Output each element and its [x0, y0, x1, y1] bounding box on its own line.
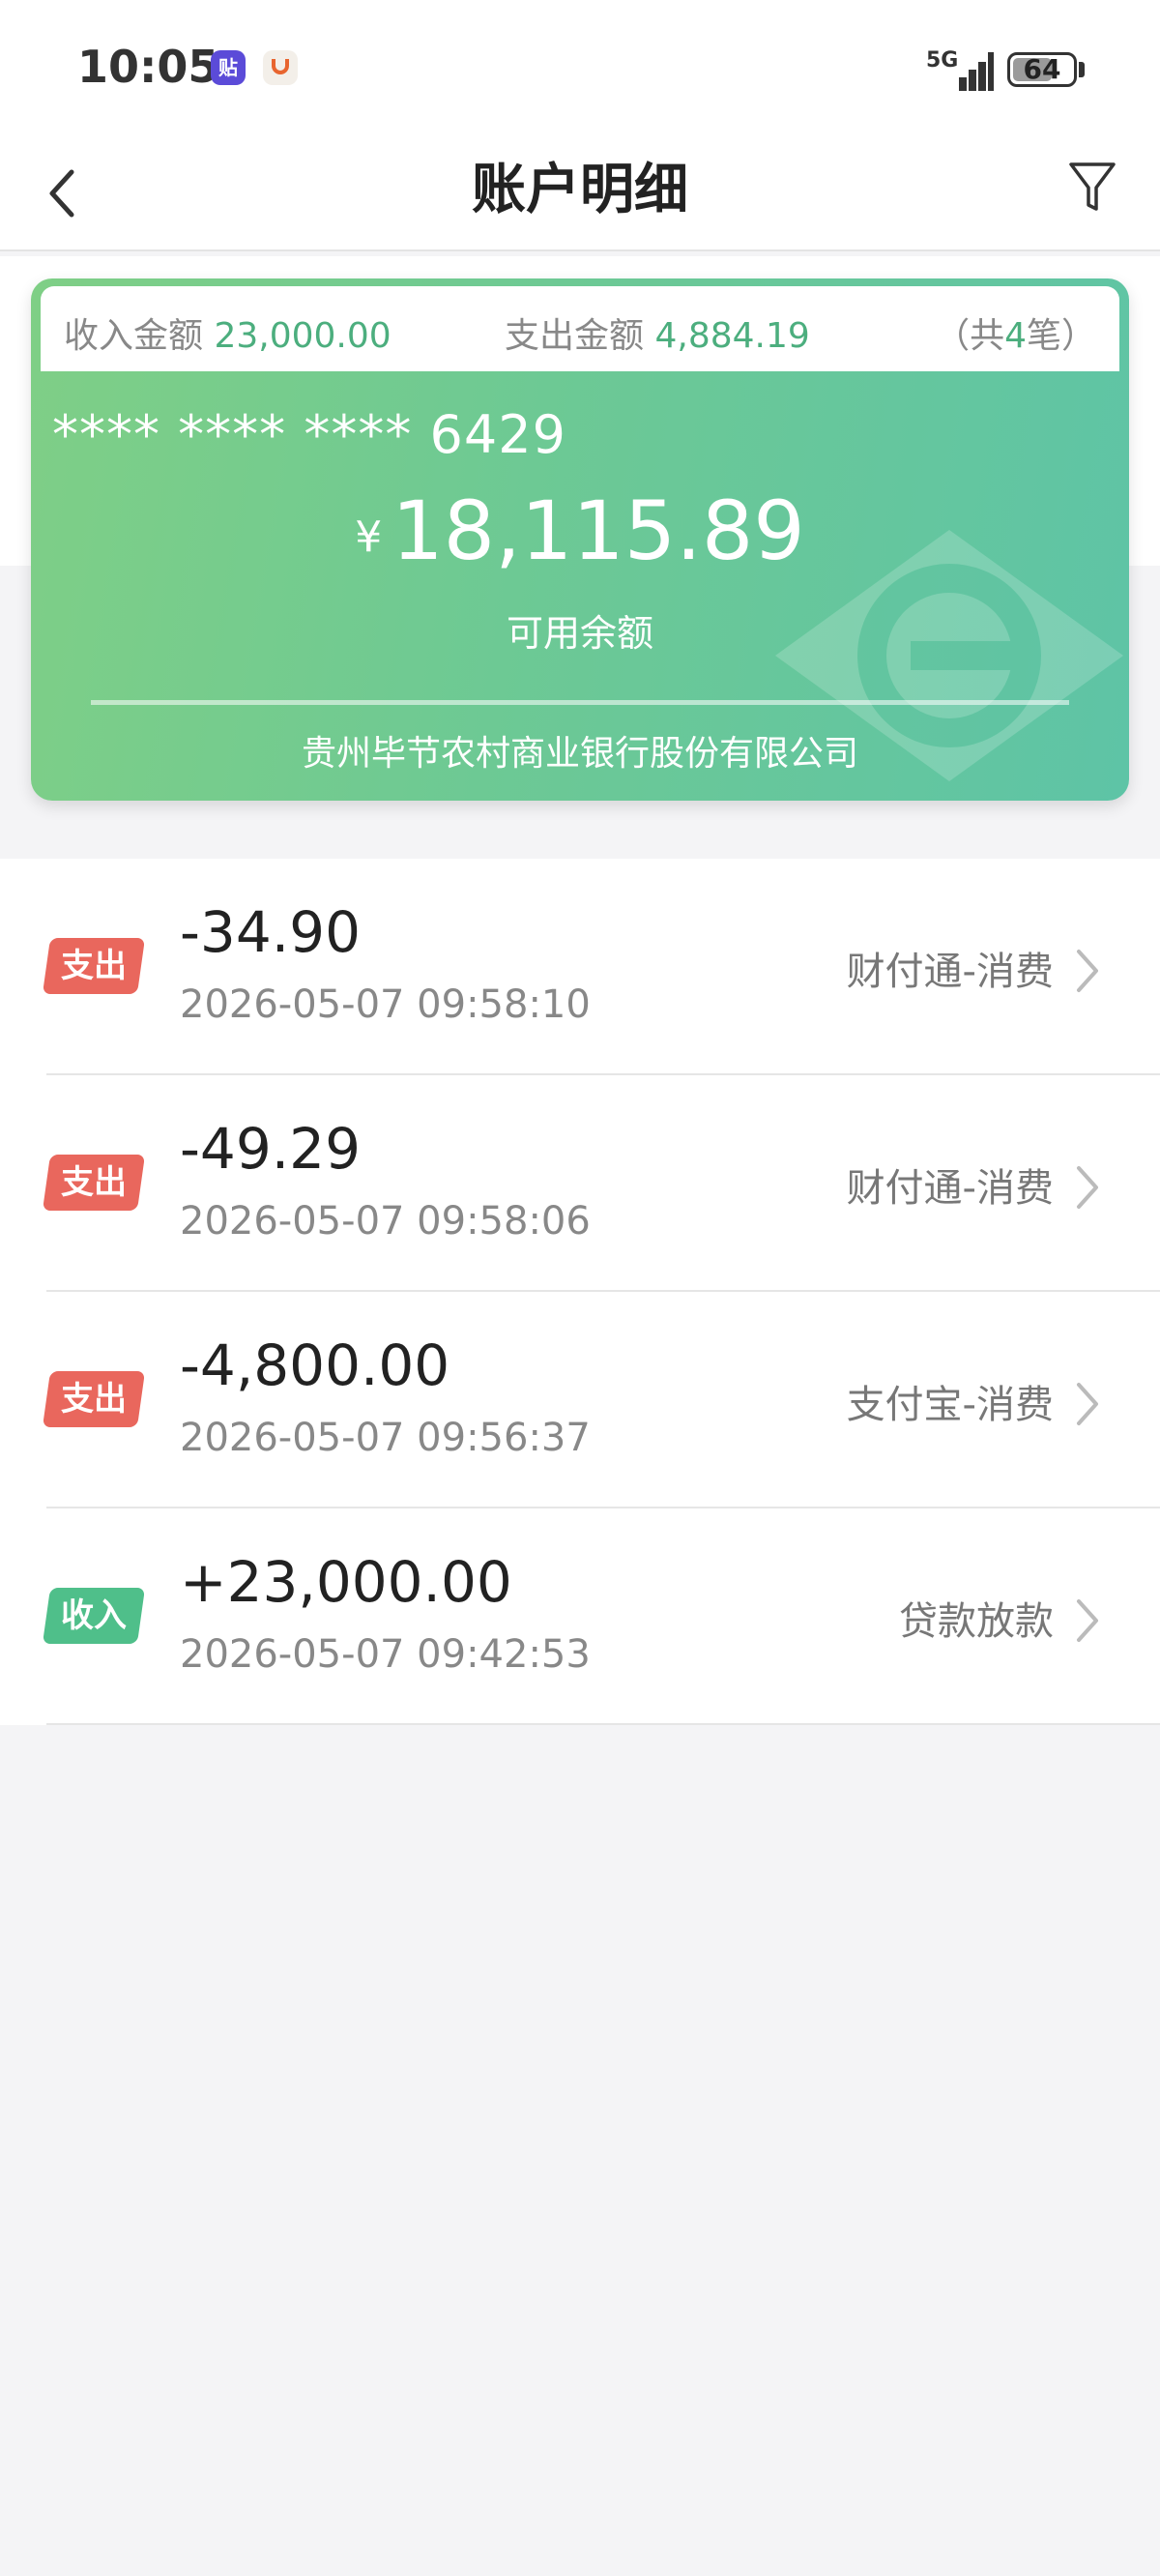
income-value: 23,000.00 — [214, 316, 392, 356]
balance-label: 可用余额 — [506, 612, 653, 655]
transaction-desc: 财付通-消费 — [846, 1166, 1054, 1211]
network-type: 5G — [926, 48, 959, 73]
transaction-list: 支出 -34.90 2026-05-07 09:58:10 财付通-消费 支出 … — [0, 859, 1160, 1725]
available-balance: 18,115.89 — [392, 483, 805, 578]
transaction-amount: -4,800.00 — [180, 1332, 450, 1398]
status-bar: 10:05 贴 5G 64 — [0, 0, 1160, 135]
expense-summary: 支出金额 4,884.19 — [505, 307, 810, 358]
filter-icon — [1069, 162, 1116, 211]
signal-bar — [969, 70, 976, 91]
signal-icon: 5G — [926, 48, 994, 91]
income-badge: 收入 — [42, 1588, 146, 1644]
status-time: 10:05 — [77, 41, 219, 93]
card-divider — [91, 700, 1069, 705]
battery-icon: 64 — [1007, 52, 1077, 87]
count-prefix: （共 — [935, 316, 1005, 356]
filter-button[interactable] — [1063, 149, 1121, 226]
notification-app-icon: 贴 — [211, 50, 246, 85]
battery-tip — [1079, 62, 1085, 77]
expense-badge: 支出 — [42, 1371, 146, 1427]
income-summary: 收入金额 23,000.00 — [64, 307, 392, 358]
page-title: 账户明细 — [472, 159, 688, 221]
battery-percent: 64 — [1023, 53, 1061, 85]
transaction-time: 2026-05-07 09:58:10 — [180, 982, 591, 1027]
income-label: 收入金额 — [64, 316, 204, 356]
currency-symbol: ¥ — [355, 512, 383, 562]
card-number: **** **** **** 6429 — [52, 404, 566, 465]
signal-bar — [959, 77, 967, 91]
count-value: 4 — [1004, 316, 1027, 356]
transaction-time: 2026-05-07 09:42:53 — [180, 1632, 591, 1677]
count-suffix: 笔） — [1026, 316, 1096, 356]
transaction-amount: +23,000.00 — [180, 1549, 512, 1615]
expense-label: 支出金额 — [505, 316, 645, 356]
transaction-count: （共4笔） — [935, 307, 1096, 358]
bank-name: 贵州毕节农村商业银行股份有限公司 — [301, 734, 858, 774]
chevron-right-icon — [1077, 1383, 1098, 1425]
balance-row: ¥18,115.89 — [31, 483, 1129, 578]
expense-badge: 支出 — [42, 938, 146, 994]
transaction-row[interactable]: 支出 -34.90 2026-05-07 09:58:10 财付通-消费 — [0, 859, 1160, 1075]
expense-badge: 支出 — [42, 1155, 146, 1211]
signal-bar — [988, 52, 994, 91]
chevron-right-icon — [1077, 1166, 1098, 1209]
signal-bar — [978, 62, 986, 91]
transaction-row[interactable]: 收入 +23,000.00 2026-05-07 09:42:53 贷款放款 — [0, 1508, 1160, 1725]
transaction-time: 2026-05-07 09:56:37 — [180, 1416, 591, 1460]
row-divider — [46, 1723, 1160, 1725]
chevron-right-icon — [1077, 1599, 1098, 1642]
expense-value: 4,884.19 — [654, 316, 810, 356]
notification-app-icon — [263, 50, 298, 85]
transaction-amount: -34.90 — [180, 899, 361, 965]
chevron-right-icon — [1077, 950, 1098, 992]
transaction-time: 2026-05-07 09:58:06 — [180, 1199, 591, 1244]
transaction-desc: 支付宝-消费 — [846, 1383, 1054, 1427]
transaction-row[interactable]: 支出 -49.29 2026-05-07 09:58:06 财付通-消费 — [0, 1075, 1160, 1292]
account-card: 收入金额 23,000.00 支出金额 4,884.19 （共4笔） **** … — [31, 278, 1129, 801]
summary-bar: 收入金额 23,000.00 支出金额 4,884.19 （共4笔） — [41, 286, 1119, 371]
transaction-desc: 贷款放款 — [899, 1599, 1054, 1644]
transaction-row[interactable]: 支出 -4,800.00 2026-05-07 09:56:37 支付宝-消费 — [0, 1292, 1160, 1508]
nav-bar: 账户明细 — [0, 135, 1160, 251]
transaction-desc: 财付通-消费 — [846, 950, 1054, 994]
transaction-amount: -49.29 — [180, 1116, 361, 1182]
